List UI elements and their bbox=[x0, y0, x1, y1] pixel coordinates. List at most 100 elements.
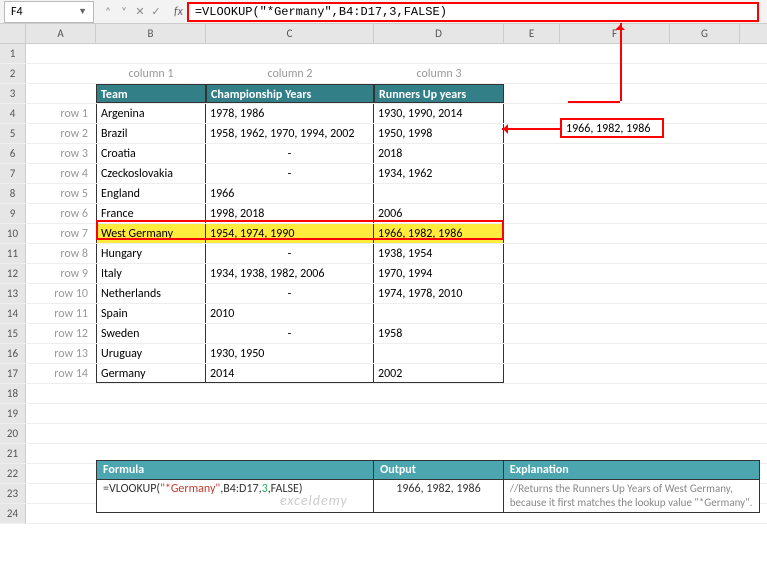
table-cell-team[interactable]: Hungary bbox=[96, 244, 206, 263]
row-header[interactable]: 4 bbox=[0, 104, 26, 123]
table-cell-team[interactable]: Brazil bbox=[96, 124, 206, 143]
table-cell-runner[interactable]: 1930, 1990, 2014 bbox=[374, 104, 504, 123]
table-cell-champ[interactable]: 1978, 1986 bbox=[206, 104, 374, 123]
explanation-row: =VLOOKUP("*Germany",B4:D17,3,FALSE) 1966… bbox=[96, 480, 760, 513]
col-header-D[interactable]: D bbox=[374, 24, 504, 43]
row-label: row 8 bbox=[26, 244, 96, 263]
chevron-down-icon[interactable]: ▼ bbox=[78, 6, 87, 17]
row-label: row 10 bbox=[26, 284, 96, 303]
row-header[interactable]: 15 bbox=[0, 324, 26, 343]
row-header[interactable]: 5 bbox=[0, 124, 26, 143]
row-header[interactable]: 10 bbox=[0, 224, 26, 243]
row-header[interactable]: 22 bbox=[0, 464, 26, 483]
table-cell-runner[interactable]: 1974, 1978, 2010 bbox=[374, 284, 504, 303]
row-label: row 12 bbox=[26, 324, 96, 343]
table-cell-champ[interactable]: 2010 bbox=[206, 304, 374, 323]
arrow-head-icon bbox=[498, 124, 508, 134]
table-cell-team[interactable]: England bbox=[96, 184, 206, 203]
row-label: row 7 bbox=[26, 224, 96, 243]
row-header[interactable]: 3 bbox=[0, 84, 26, 103]
table-cell-team[interactable]: Croatia bbox=[96, 144, 206, 163]
table-cell-runner[interactable]: 1970, 1994 bbox=[374, 264, 504, 283]
formula-bar-row: F4 ▼ ˄ ˅ ✕ ✓ fx =VLOOKUP("*Germany",B4:D… bbox=[0, 0, 767, 24]
row-header[interactable]: 17 bbox=[0, 364, 26, 383]
table-cell-champ[interactable]: - bbox=[206, 244, 374, 263]
row-header[interactable]: 16 bbox=[0, 344, 26, 363]
row-label: row 11 bbox=[26, 304, 96, 323]
col-header-B[interactable]: B bbox=[96, 24, 206, 43]
row-label: row 6 bbox=[26, 204, 96, 223]
check-icon[interactable]: ✓ bbox=[148, 5, 164, 18]
table-cell-runner[interactable]: 2006 bbox=[374, 204, 504, 223]
table-cell-champ[interactable]: - bbox=[206, 324, 374, 343]
row-header[interactable]: 2 bbox=[0, 64, 26, 83]
row-header[interactable]: 14 bbox=[0, 304, 26, 323]
row-header[interactable]: 13 bbox=[0, 284, 26, 303]
col-header-C[interactable]: C bbox=[206, 24, 374, 43]
table-cell-runner[interactable]: 1950, 1998 bbox=[374, 124, 504, 143]
row-header[interactable]: 8 bbox=[0, 184, 26, 203]
table-cell-team[interactable]: France bbox=[96, 204, 206, 223]
table-cell-champ[interactable]: - bbox=[206, 144, 374, 163]
table-cell-runner[interactable] bbox=[374, 184, 504, 203]
row-header[interactable]: 7 bbox=[0, 164, 26, 183]
col-label: column 3 bbox=[374, 64, 504, 83]
table-cell-champ[interactable]: 1966 bbox=[206, 184, 374, 203]
col-label: column 2 bbox=[206, 64, 374, 83]
table-cell-champ[interactable]: - bbox=[206, 284, 374, 303]
table-cell-champ[interactable]: 2014 bbox=[206, 364, 374, 383]
table-cell-runner[interactable]: 1958 bbox=[374, 324, 504, 343]
name-box[interactable]: F4 ▼ bbox=[4, 1, 94, 23]
table-cell-runner[interactable]: 1966, 1982, 1986 bbox=[374, 224, 504, 243]
fx-icon[interactable]: fx bbox=[174, 5, 183, 19]
up-icon[interactable]: ˄ bbox=[100, 5, 116, 18]
table-cell-team[interactable]: Uruguay bbox=[96, 344, 206, 363]
table-cell-team[interactable]: Czeckoslovakia bbox=[96, 164, 206, 183]
spreadsheet: A B C D E F G 12column 1column 2column 3… bbox=[0, 24, 767, 524]
table-cell-runner[interactable]: 2018 bbox=[374, 144, 504, 163]
table-cell-runner[interactable]: 2002 bbox=[374, 364, 504, 383]
result-cell[interactable]: 1966, 1982, 1986 bbox=[560, 118, 664, 138]
table-cell-team[interactable]: Italy bbox=[96, 264, 206, 283]
formula-bar[interactable]: =VLOOKUP("*Germany",B4:D17,3,FALSE) bbox=[187, 2, 759, 22]
table-cell-team[interactable]: Germany bbox=[96, 364, 206, 383]
row-header[interactable]: 18 bbox=[0, 384, 26, 403]
table-cell-team[interactable]: Sweden bbox=[96, 324, 206, 343]
table-cell-champ[interactable]: - bbox=[206, 164, 374, 183]
formula-text: =VLOOKUP("*Germany",B4:D17,3,FALSE) bbox=[195, 5, 447, 19]
row-header[interactable]: 24 bbox=[0, 504, 26, 523]
row-header[interactable]: 21 bbox=[0, 444, 26, 463]
table-cell-runner[interactable]: 1934, 1962 bbox=[374, 164, 504, 183]
table-cell-champ[interactable]: 1998, 2018 bbox=[206, 204, 374, 223]
table-header: Runners Up years bbox=[374, 84, 504, 103]
row-header[interactable]: 1 bbox=[0, 44, 26, 63]
row-header[interactable]: 9 bbox=[0, 204, 26, 223]
table-cell-team[interactable]: Netherlands bbox=[96, 284, 206, 303]
table-cell-champ[interactable]: 1954, 1974, 1990 bbox=[206, 224, 374, 243]
formula-nav: ˄ ˅ ✕ ✓ bbox=[100, 5, 164, 18]
table-cell-runner[interactable]: 1938, 1954 bbox=[374, 244, 504, 263]
row-header[interactable]: 12 bbox=[0, 264, 26, 283]
table-cell-team[interactable]: West Germany bbox=[96, 224, 206, 243]
table-cell-runner[interactable] bbox=[374, 344, 504, 363]
col-header-G[interactable]: G bbox=[670, 24, 740, 43]
table-cell-champ[interactable]: 1930, 1950 bbox=[206, 344, 374, 363]
col-header-E[interactable]: E bbox=[504, 24, 560, 43]
row-header[interactable]: 23 bbox=[0, 484, 26, 503]
table-cell-champ[interactable]: 1958, 1962, 1970, 1994, 2002 bbox=[206, 124, 374, 143]
row-header[interactable]: 20 bbox=[0, 424, 26, 443]
down-icon[interactable]: ˅ bbox=[116, 5, 132, 18]
row-header[interactable]: 19 bbox=[0, 404, 26, 423]
row-label: row 9 bbox=[26, 264, 96, 283]
row-label: row 14 bbox=[26, 364, 96, 383]
name-box-value: F4 bbox=[11, 5, 23, 19]
select-all-corner[interactable] bbox=[0, 24, 26, 43]
table-cell-team[interactable]: Spain bbox=[96, 304, 206, 323]
table-cell-runner[interactable] bbox=[374, 304, 504, 323]
table-cell-team[interactable]: Argenina bbox=[96, 104, 206, 123]
row-header[interactable]: 11 bbox=[0, 244, 26, 263]
row-header[interactable]: 6 bbox=[0, 144, 26, 163]
table-cell-champ[interactable]: 1934, 1938, 1982, 2006 bbox=[206, 264, 374, 283]
col-header-A[interactable]: A bbox=[26, 24, 96, 43]
cancel-icon[interactable]: ✕ bbox=[132, 5, 148, 18]
